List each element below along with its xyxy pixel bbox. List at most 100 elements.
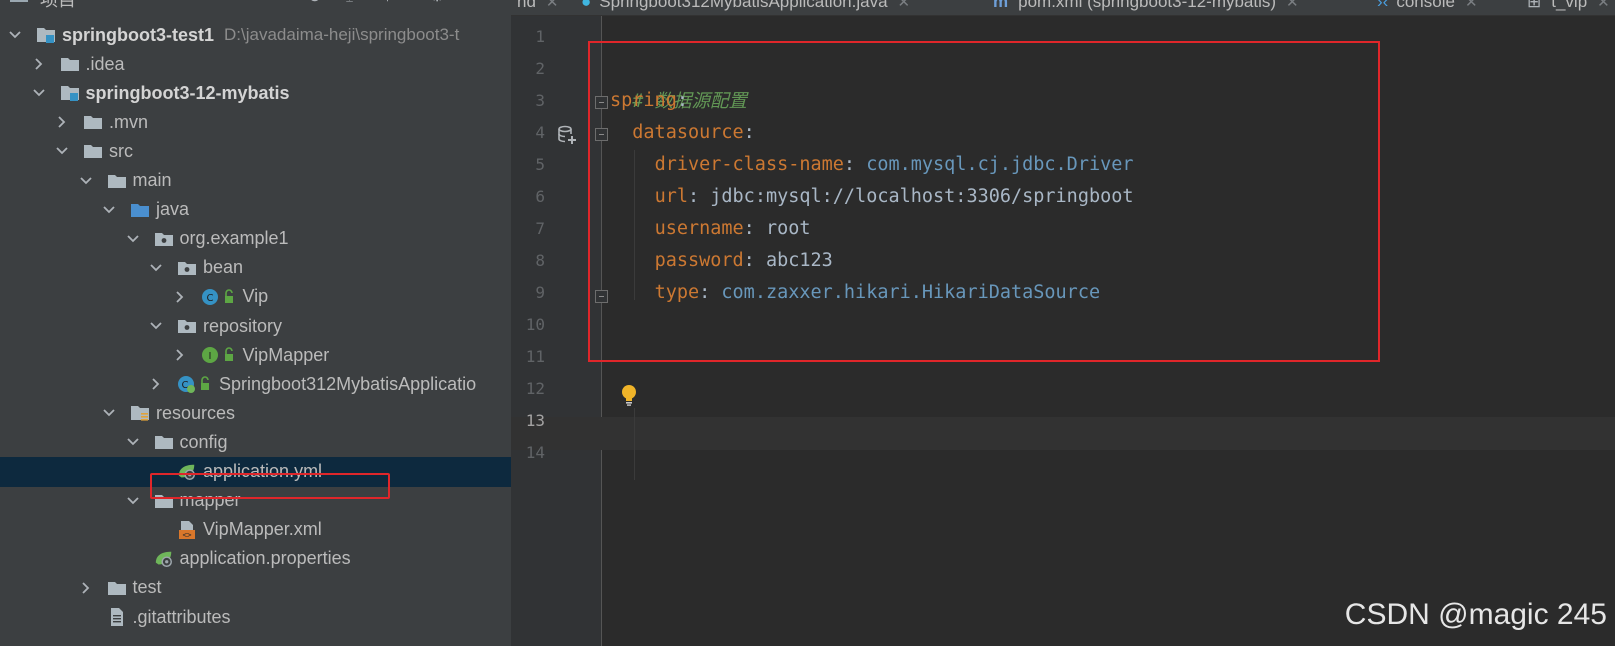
project-view-icon[interactable] (10, 0, 28, 2)
chevron-down-icon[interactable] (55, 144, 69, 158)
package-icon (177, 317, 197, 335)
tree-item[interactable]: I VipMapper (0, 340, 511, 370)
table-icon: ⊞ (1527, 0, 1542, 11)
chevron-right-icon[interactable] (173, 290, 187, 304)
tab-label: pom.xml (springboot3-12-mybatis) (1018, 0, 1277, 11)
tree-item[interactable]: C Vip (0, 282, 511, 312)
close-icon[interactable]: ✕ (546, 0, 559, 11)
watermark: CSDN @magic 245 (1344, 598, 1607, 631)
package-icon (154, 230, 174, 248)
line-number: 3 (535, 91, 545, 110)
text-file-icon (107, 608, 127, 626)
source-folder-icon (130, 201, 150, 219)
tab-pom-xml[interactable]: m pom.xml (springboot3-12-mybatis) ✕ (993, 0, 1299, 15)
tree-item[interactable]: repository (0, 311, 511, 341)
chevron-down-icon[interactable] (8, 28, 22, 42)
line-number: 11 (525, 347, 545, 366)
database-icon[interactable] (557, 125, 577, 145)
line-number: 5 (535, 155, 545, 174)
chevron-down-icon[interactable] (126, 435, 140, 449)
resources-folder-icon (130, 404, 150, 422)
tree-item[interactable]: springboot3-test1 D:\javadaima-heji\sprin… (0, 20, 511, 50)
chevron-down-icon[interactable] (126, 232, 140, 246)
tree-item-label: VipMapper (242, 344, 330, 365)
line-number: 7 (535, 219, 545, 238)
close-icon[interactable]: ✕ (1597, 0, 1610, 11)
chevron-right-icon[interactable] (32, 57, 46, 71)
current-line-highlight (511, 417, 1615, 450)
chevron-down-icon[interactable] (32, 86, 46, 100)
svg-text:I: I (208, 351, 211, 362)
chevron-down-icon[interactable] (149, 319, 163, 333)
maven-icon: m (993, 0, 1009, 11)
spring-boot-class-icon: C (177, 375, 213, 394)
hide-icon[interactable]: — (470, 0, 486, 5)
tree-item[interactable]: .gitattributes (0, 602, 511, 632)
chevron-right-icon[interactable] (149, 377, 163, 391)
locate-icon[interactable]: ⊕ (308, 0, 321, 5)
tree-item-label: main (132, 170, 172, 190)
tree-item-label: .mvn (109, 111, 149, 132)
tree-item[interactable]: .mvn (0, 107, 511, 137)
tree-item[interactable]: src (0, 136, 511, 166)
lightbulb-icon[interactable] (620, 384, 638, 406)
chevron-down-icon[interactable] (102, 406, 116, 420)
svg-text:<>: <> (182, 530, 192, 539)
tab-nd[interactable]: nd ✕ (517, 0, 559, 15)
chevron-down-icon[interactable] (79, 174, 93, 188)
editor-tabs: nd ✕ ● Springboot312MybatisApplication.ja… (511, 0, 1615, 16)
gear-icon[interactable]: ⚙ (430, 0, 444, 5)
line-number: 12 (525, 379, 545, 398)
folder-icon (83, 113, 103, 131)
tree-item-label: VipMapper.xml (203, 519, 322, 540)
tree-item-label: .gitattributes (132, 606, 231, 627)
chevron-right-icon[interactable] (173, 348, 187, 362)
folder-icon (107, 579, 127, 597)
chevron-down-icon[interactable] (149, 261, 163, 275)
close-icon[interactable]: ✕ (1465, 0, 1478, 11)
tree-item-label: org.example1 (179, 228, 289, 249)
close-icon[interactable]: ✕ (1286, 0, 1299, 11)
tree-item[interactable]: <> VipMapper.xml (0, 515, 511, 545)
package-icon (177, 259, 197, 277)
tree-item[interactable]: springboot3-12-mybatis (0, 78, 511, 108)
tree-item[interactable]: config (0, 427, 511, 457)
tree-item-label: springboot3-12-mybatis (85, 82, 290, 103)
tree-item[interactable]: application.properties (0, 544, 511, 574)
project-panel-title[interactable]: 项目 (40, 0, 76, 12)
chevron-right-icon[interactable] (55, 115, 69, 129)
tree-item[interactable]: java (0, 195, 511, 225)
tab-application-java[interactable]: ● Springboot312MybatisApplication.java ✕ (581, 0, 911, 15)
line-number: 2 (535, 59, 545, 78)
tab-label: console (1396, 0, 1455, 11)
file-highlight-box (150, 473, 390, 499)
line-number: 1 (535, 27, 545, 46)
module-path: D:\javadaima-heji\springboot3-t (224, 25, 460, 44)
chevron-down-icon[interactable] (126, 494, 140, 508)
line-number: 6 (535, 187, 545, 206)
tree-item[interactable]: org.example1 (0, 224, 511, 254)
chevron-down-icon[interactable] (102, 203, 116, 217)
collapse-all-icon[interactable]: ⤒ (384, 0, 391, 6)
tab-console[interactable]: ›‹ console ✕ (1377, 0, 1478, 15)
tree-item[interactable]: main (0, 166, 511, 196)
spring-config-icon (154, 550, 174, 568)
tree-item[interactable]: bean (0, 253, 511, 283)
tree-item[interactable]: test (0, 573, 511, 603)
expand-all-icon[interactable]: ⤓ (346, 0, 353, 6)
tab-label: nd (517, 0, 536, 11)
tree-item[interactable]: .idea (0, 49, 511, 79)
chevron-right-icon[interactable] (79, 581, 93, 595)
indent-guide (634, 408, 635, 480)
tree-item[interactable]: C Springboot312MybatisApplicatio (0, 369, 511, 399)
svg-text:C: C (206, 293, 213, 304)
tree-item-label: application.properties (179, 548, 351, 569)
tree-item[interactable]: resources (0, 398, 511, 428)
line-number: 10 (525, 315, 545, 334)
interface-icon: I (201, 346, 237, 364)
tree-item-label: .idea (85, 53, 125, 74)
tab-t-vip[interactable]: ⊞ t_vip ✕ (1527, 0, 1610, 15)
folder-icon (107, 172, 127, 190)
line-number: 14 (525, 443, 545, 462)
close-icon[interactable]: ✕ (898, 0, 911, 11)
